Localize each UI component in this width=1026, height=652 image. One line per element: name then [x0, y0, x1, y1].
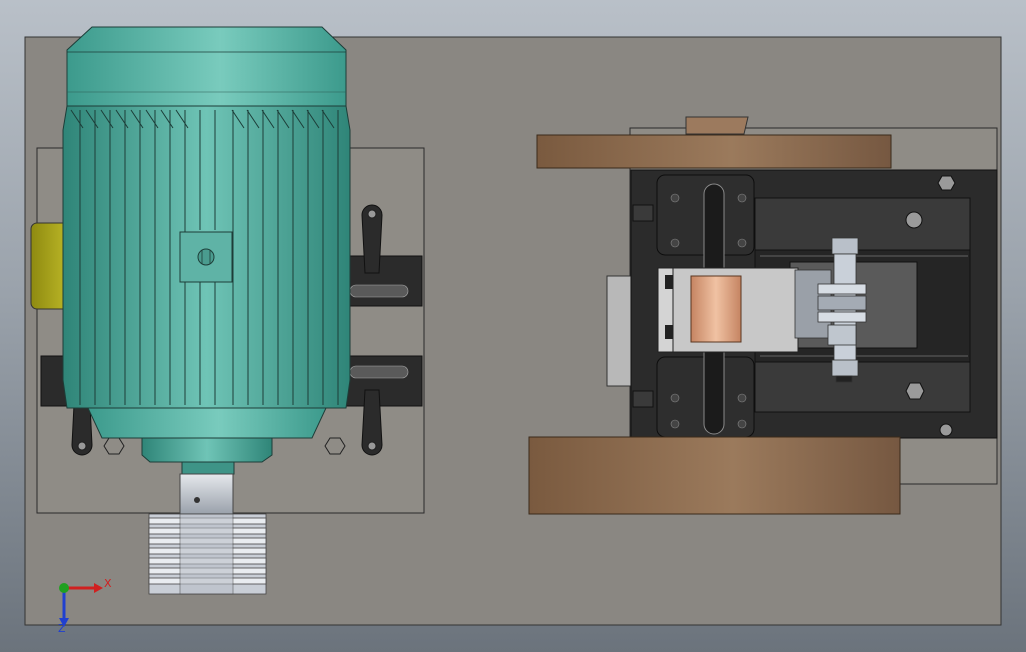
hex-nut-icon	[937, 175, 956, 191]
belt-bottom[interactable]	[528, 436, 901, 515]
motor-end-cap[interactable]	[66, 26, 347, 107]
rail-slot	[349, 284, 409, 298]
v-belt-pulley[interactable]	[148, 513, 267, 595]
cad-viewport[interactable]: X Z	[0, 0, 1026, 652]
model-scene[interactable]: X Z	[0, 0, 1026, 652]
copper-roller[interactable]	[690, 275, 742, 343]
z-axis-label: Z	[58, 622, 66, 635]
mount-rail-top[interactable]	[344, 255, 423, 307]
x-axis-label: X	[104, 577, 112, 590]
y-axis-dot	[59, 583, 69, 593]
shaft-collar[interactable]	[685, 116, 749, 135]
hex-nut-icon	[103, 437, 125, 455]
belt-top[interactable]	[536, 134, 892, 169]
rail-slot	[349, 365, 409, 379]
motor-flange[interactable]	[87, 407, 327, 439]
motor-shaft-hub[interactable]	[179, 473, 234, 515]
hex-nut-icon	[324, 437, 346, 455]
motor-nose[interactable]	[141, 437, 273, 463]
bolt-icon	[939, 423, 953, 437]
bolt-icon	[905, 211, 923, 229]
hex-nut-icon	[905, 382, 925, 400]
